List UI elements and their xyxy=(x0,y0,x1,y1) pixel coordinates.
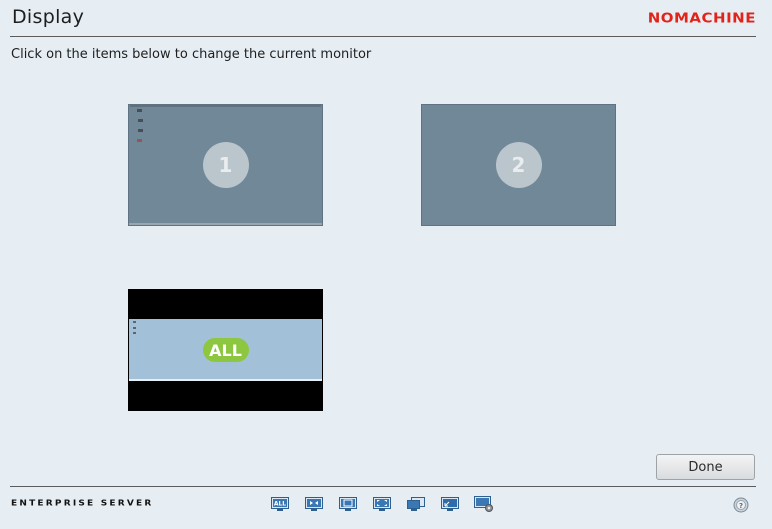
fullscreen-icon[interactable] xyxy=(372,495,392,512)
all-monitors-icon[interactable]: ALL xyxy=(270,495,290,512)
page-title: Display xyxy=(12,6,85,28)
done-button[interactable]: Done xyxy=(656,454,755,480)
monitor-1-badge: 1 xyxy=(202,142,249,188)
monitor-1-topbar xyxy=(130,105,321,107)
header-divider xyxy=(10,36,756,37)
all-monitors-thumbnail[interactable]: ALL xyxy=(128,289,323,411)
display-settings-icon[interactable] xyxy=(474,495,494,512)
svg-text:?: ? xyxy=(739,502,743,510)
all-monitors-screen: ALL xyxy=(129,319,322,381)
monitor-2-thumbnail[interactable]: 2 xyxy=(421,104,616,226)
window-mode-icon[interactable] xyxy=(338,495,358,512)
instruction-text: Click on the items below to change the c… xyxy=(11,47,372,62)
all-monitors-taskbar xyxy=(129,379,322,381)
monitor-1-thumbnail[interactable]: 1 xyxy=(128,104,323,226)
monitor-1-taskbar xyxy=(129,223,322,225)
all-monitors-badge: ALL xyxy=(202,338,249,362)
brand-logo: NOMACHINE xyxy=(647,9,756,27)
edition-label: ENTERPRISE SERVER xyxy=(11,499,154,509)
viewport-icon[interactable] xyxy=(440,495,460,512)
monitor-2-badge: 2 xyxy=(495,142,542,188)
resize-remote-icon[interactable] xyxy=(406,495,426,512)
svg-text:ALL: ALL xyxy=(274,500,286,507)
help-icon[interactable]: ? xyxy=(733,497,749,513)
fit-screen-icon[interactable] xyxy=(304,495,324,512)
display-toolbar: ALL xyxy=(270,495,494,512)
footer-divider xyxy=(10,486,756,487)
